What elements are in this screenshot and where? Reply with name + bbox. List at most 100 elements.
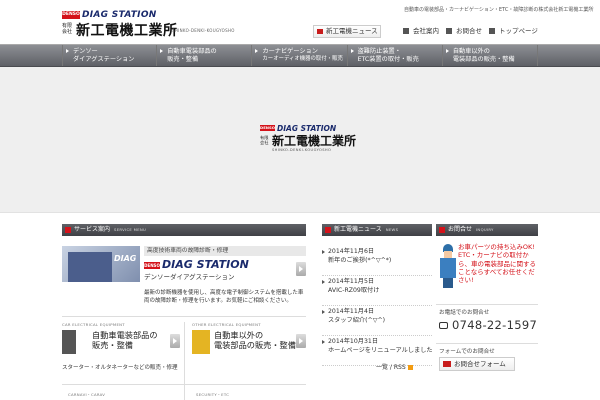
- rss-icon: [407, 365, 413, 370]
- phone-label: お電話でのお問合せ: [439, 310, 490, 316]
- section-marker-icon: [325, 227, 331, 233]
- chevron-right-icon: [299, 338, 303, 344]
- inquiry-heading-label: お問合せ: [448, 226, 473, 233]
- divider: [62, 316, 306, 317]
- inquiry-form-button[interactable]: お問合せフォーム: [439, 357, 515, 371]
- denso-badge-small: DENSO: [144, 262, 160, 269]
- hero-denso-badge: DENSO: [260, 125, 275, 131]
- chevron-right-icon: [299, 266, 303, 272]
- services-heading: サービス案内 SERVICE MENU: [62, 224, 306, 236]
- rss-link[interactable]: 一覧 / RSS: [376, 362, 413, 371]
- site-tagline: 自動車の電装部品・カーナビゲーション・ETC・故障診断の株式会社新工電機工業所で…: [404, 7, 594, 13]
- inquiry-heading: お問合せ INQUIRY: [436, 224, 538, 236]
- hero-banner: DENSO DIAG STATION 有限会社 新工電機工業所 SHINKO-D…: [0, 67, 600, 213]
- news-title[interactable]: スタッフ紹介(^▽^): [328, 316, 432, 325]
- form-label: フォームでのお問合せ: [439, 349, 495, 355]
- card-caption-security: SECURITY・ETC: [196, 392, 230, 397]
- nav-item-security-etc[interactable]: 盗難防止装置・ ETC装置の取付・販売: [348, 45, 443, 66]
- mechanic-illustration: [438, 244, 456, 288]
- excavator-image: [192, 330, 210, 354]
- card-label-line2: 電装部品の販売・整備: [214, 340, 296, 350]
- company-info-link[interactable]: 会社案内: [403, 25, 439, 37]
- diag-station-description: 最新の診断機器を使用し、高度な電子制御システムを搭載した車両の故障診断・修理を行…: [144, 290, 304, 304]
- diag-station-subtitle: 高度技術車両の故障診断・修理: [144, 246, 306, 256]
- nav-label-line1: 盗難防止装置・: [357, 48, 401, 55]
- diag-station-brand: DIAG STATION: [162, 258, 249, 271]
- service-card-other-parts[interactable]: OTHER ELECTRICAL EQUIPMENT 自動車以外の 電装部品の販売…: [192, 322, 306, 360]
- arrow-right-icon: [255, 49, 259, 53]
- card-label: 自動車以外の 電装部品の販売・整備: [214, 330, 296, 350]
- nav-label-line1: 自動車電装部品の: [167, 48, 217, 55]
- nav-item-car-navigation[interactable]: カーナビゲーション カーオーディオ機器の取付・販売: [252, 45, 348, 66]
- nav-item-car-parts[interactable]: 自動車電装部品の 販売・整備: [157, 45, 253, 66]
- section-marker-icon: [65, 227, 71, 233]
- hero-company-roman: SHINKO-DENKI-KOUGYOSHO: [272, 148, 332, 152]
- news-heading-en: NEWS: [385, 227, 399, 232]
- inquiry-heading-en: INQUIRY: [476, 227, 494, 232]
- service-card-car-parts[interactable]: CAR ELECTRICAL EQUIPMENT 自動車電装部品の 販売・整備: [62, 322, 180, 360]
- phone-number-text: 0748-22-1597: [452, 318, 538, 332]
- news-item[interactable]: 2014年11月5日 AVIC-RZ09取付け: [322, 276, 432, 306]
- contact-label: お問合せ: [456, 27, 482, 35]
- inquiry-message: お車パーツの持ち込みOK! ETC・カーナビの取付から、車の電装部品に関すること…: [458, 243, 536, 285]
- news-title[interactable]: AVIC-RZ09取付け: [328, 286, 432, 295]
- divider: [436, 343, 538, 344]
- contact-link[interactable]: お問合せ: [446, 25, 482, 37]
- rss-label: 一覧 / RSS: [376, 364, 406, 371]
- section-marker-icon: [439, 227, 445, 233]
- diag-station-jp-title: デンソーダイアグステーション: [144, 273, 235, 281]
- news-title[interactable]: ホームページをリニューアルしました: [328, 346, 432, 355]
- news-icon: [317, 29, 323, 34]
- card-label-line1: 自動車電装部品の: [92, 330, 158, 340]
- car-parts-description: スターター・オルタネーターなどの販売・修理: [62, 365, 178, 371]
- card-label-line1: 自動車以外の: [214, 330, 264, 340]
- divider: [436, 304, 538, 305]
- photo-sign-text: DIAG: [114, 254, 137, 263]
- site-logo[interactable]: DENSO DIAG STATION 有限会社 新工電機工業所 SHINKO-D…: [62, 10, 242, 39]
- arrow-right-icon: [445, 49, 449, 53]
- home-label: トップページ: [499, 27, 538, 35]
- hero-logo: DENSO DIAG STATION 有限会社 新工電機工業所 SHINKO-D…: [260, 124, 370, 159]
- company-roman: SHINKO-DENKI-KOUGYOSHO: [172, 28, 235, 33]
- nav-label-line1: デンソー: [73, 48, 98, 55]
- diag-station-arrow-button[interactable]: [296, 262, 306, 276]
- card-caption: OTHER ELECTRICAL EQUIPMENT: [192, 322, 261, 327]
- nav-label-line2: カーオーディオ機器の取付・販売: [262, 55, 343, 62]
- news-heading: 新工電機ニュース NEWS: [322, 224, 432, 236]
- mechanic-face: [444, 251, 452, 258]
- nav-label-line2: ETC装置の取付・販売: [357, 55, 419, 63]
- diag-station-wordmark: DIAG STATION: [82, 10, 157, 20]
- hero-company-name: 新工電機工業所: [272, 134, 357, 148]
- company-info-label: 会社案内: [413, 27, 439, 35]
- news-title[interactable]: 新年のご挨拶(*^▽^*): [328, 256, 432, 265]
- news-item[interactable]: 2014年11月6日 新年のご挨拶(*^▽^*): [322, 246, 432, 276]
- envelope-icon: [443, 361, 451, 367]
- nav-item-diag-station[interactable]: デンソー ダイアグステーション: [62, 45, 158, 66]
- arrow-right-icon: [350, 49, 354, 53]
- other-parts-arrow-button[interactable]: [296, 334, 306, 348]
- phone-icon: [439, 322, 448, 329]
- news-header-button[interactable]: 新工電機ニュース: [313, 25, 381, 38]
- car-parts-arrow-button[interactable]: [170, 334, 180, 348]
- news-list: 2014年11月6日 新年のご挨拶(*^▽^*) 2014年11月5日 AVIC-R…: [322, 246, 432, 366]
- nav-item-other-parts[interactable]: 自動車以外の 電装部品の販売・整備: [443, 45, 539, 66]
- news-heading-label: 新工電機ニュース: [334, 226, 382, 233]
- divider-vertical: [184, 322, 185, 400]
- form-button-label: お問合せフォーム: [454, 360, 506, 368]
- building-icon: [403, 28, 409, 34]
- arrow-right-icon: [66, 49, 69, 53]
- mechanic-body: [440, 258, 456, 278]
- diag-station-photo[interactable]: DIAG: [62, 246, 140, 282]
- card-label: 自動車電装部品の 販売・整備: [92, 330, 158, 350]
- chevron-right-icon: [173, 338, 177, 344]
- bullet-icon: [322, 250, 325, 254]
- home-link[interactable]: トップページ: [489, 25, 538, 37]
- bullet-icon: [322, 280, 325, 284]
- bullet-icon: [322, 340, 325, 344]
- news-date: 2014年11月4日: [328, 308, 375, 315]
- services-heading-label: サービス案内: [74, 226, 111, 233]
- card-label-line2: 販売・整備: [92, 340, 133, 350]
- news-item[interactable]: 2014年11月4日 スタッフ紹介(^▽^): [322, 306, 432, 336]
- phone-number[interactable]: 0748-22-1597: [439, 318, 537, 332]
- hero-company-type: 有限会社: [260, 135, 269, 145]
